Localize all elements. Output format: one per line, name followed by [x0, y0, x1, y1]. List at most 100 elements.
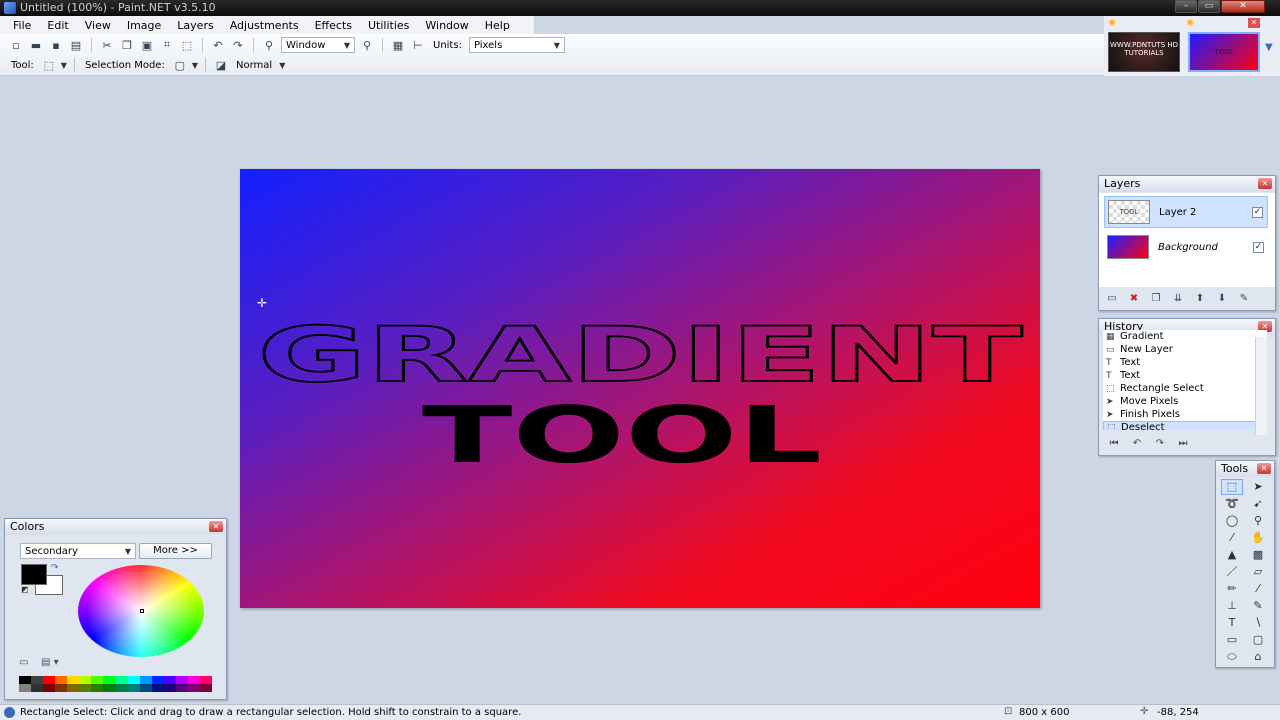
history-item[interactable]: ➤ Move Pixels: [1103, 395, 1267, 408]
chevron-down-icon[interactable]: ▼: [192, 61, 198, 70]
palette-swatch[interactable]: [199, 676, 212, 684]
reset-colors-icon[interactable]: ◩: [21, 585, 29, 594]
palette-swatch[interactable]: [127, 676, 140, 684]
menu-adjustments[interactable]: Adjustments: [222, 19, 307, 32]
add-to-palette-icon[interactable]: ▭: [19, 657, 28, 668]
eraser-tool-icon[interactable]: ▱: [1247, 564, 1269, 580]
undo-icon[interactable]: ↶: [1130, 438, 1144, 450]
palette-swatch[interactable]: [91, 676, 104, 684]
palette-swatch[interactable]: [31, 684, 44, 692]
paste-icon[interactable]: ▣: [139, 37, 155, 53]
thumbnail-scroll-icon[interactable]: ▼: [1265, 42, 1273, 53]
palette-swatch[interactable]: [115, 684, 128, 692]
image-thumbnail-tutorials[interactable]: WWW.PDNTUTS HD TUTORIALS: [1108, 32, 1180, 72]
menu-file[interactable]: File: [5, 19, 39, 32]
recolor-tool-icon[interactable]: ✎: [1247, 598, 1269, 614]
add-layer-icon[interactable]: ▭: [1105, 293, 1119, 305]
menu-utilities[interactable]: Utilities: [360, 19, 417, 32]
palette-swatch[interactable]: [67, 676, 80, 684]
paintbrush-tool-icon[interactable]: ／: [1221, 564, 1243, 580]
palette-swatch[interactable]: [163, 684, 176, 692]
swap-colors-icon[interactable]: ↷: [51, 563, 59, 573]
paint-bucket-tool-icon[interactable]: ▲: [1221, 547, 1243, 563]
blend-mode-value[interactable]: Normal: [233, 60, 275, 71]
redo-icon[interactable]: ↷: [1153, 438, 1167, 450]
move-layer-down-icon[interactable]: ⬇: [1215, 293, 1229, 305]
blend-mode-icon[interactable]: ◪: [213, 57, 229, 73]
menu-help[interactable]: Help: [477, 19, 518, 32]
menu-image[interactable]: Image: [119, 19, 169, 32]
undo-icon[interactable]: ↶: [210, 37, 226, 53]
layer-visibility-checkbox[interactable]: ✓: [1253, 241, 1264, 253]
zoom-combo[interactable]: Window ▼: [281, 37, 355, 53]
duplicate-layer-icon[interactable]: ❐: [1149, 293, 1163, 305]
history-scrollbar[interactable]: [1255, 337, 1267, 435]
palette-swatch[interactable]: [103, 676, 116, 684]
palette-swatch[interactable]: [19, 676, 32, 684]
layer-item-layer2[interactable]: TOOL Layer 2 ✓: [1104, 196, 1268, 228]
palette-swatch[interactable]: [127, 684, 140, 692]
palette-swatch[interactable]: [115, 676, 128, 684]
palette-swatch[interactable]: [151, 676, 164, 684]
rewind-icon[interactable]: ⏮: [1107, 438, 1121, 450]
rectangle-select-tool-icon[interactable]: ⬚: [1221, 479, 1243, 495]
deselect-icon[interactable]: ⬚: [179, 37, 195, 53]
history-item[interactable]: ▦ Gradient: [1103, 330, 1267, 343]
palette-swatch[interactable]: [43, 684, 56, 692]
palette-swatch[interactable]: [151, 684, 164, 692]
palette-swatch[interactable]: [55, 684, 68, 692]
maximize-button[interactable]: ▭: [1198, 0, 1220, 13]
history-item[interactable]: T Text: [1103, 369, 1267, 382]
move-selected-tool-icon[interactable]: ➹: [1247, 496, 1269, 512]
delete-layer-icon[interactable]: ✖: [1127, 293, 1141, 305]
primary-color-swatch[interactable]: [21, 564, 47, 585]
palette-swatch[interactable]: [139, 684, 152, 692]
zoom-out-icon[interactable]: ⚲: [261, 37, 277, 53]
palette-swatch[interactable]: [79, 676, 92, 684]
chevron-down-icon[interactable]: ▼: [61, 61, 67, 70]
minimize-button[interactable]: –: [1175, 0, 1197, 13]
chevron-down-icon[interactable]: ▼: [279, 61, 285, 70]
close-icon[interactable]: ✕: [209, 521, 223, 532]
text-tool-icon[interactable]: T: [1221, 615, 1243, 631]
zoom-tool-icon[interactable]: ⚲: [1247, 513, 1269, 529]
clone-stamp-tool-icon[interactable]: ⊥: [1221, 598, 1243, 614]
image-thumbnail-current[interactable]: TOOL: [1188, 32, 1260, 72]
palette-swatch[interactable]: [199, 684, 212, 692]
rectangle-tool-icon[interactable]: ▭: [1221, 632, 1243, 648]
layer-item-background[interactable]: Background ✓: [1104, 231, 1268, 263]
palette-swatch[interactable]: [103, 684, 116, 692]
lasso-tool-icon[interactable]: ➰: [1221, 496, 1243, 512]
palette-swatch[interactable]: [55, 676, 68, 684]
layer-properties-icon[interactable]: ✎: [1237, 293, 1251, 305]
palette-swatch[interactable]: [175, 676, 188, 684]
close-image-icon[interactable]: ✕: [1248, 18, 1260, 28]
units-combo[interactable]: Pixels ▼: [468, 37, 565, 53]
palette-swatch[interactable]: [67, 684, 80, 692]
palette-menu-icon[interactable]: ▤ ▾: [41, 657, 59, 668]
crop-icon[interactable]: ⌗: [159, 37, 175, 53]
menu-window[interactable]: Window: [417, 19, 476, 32]
merge-layer-icon[interactable]: ⇊: [1171, 293, 1185, 305]
selection-mode-icon[interactable]: ▢: [172, 57, 188, 73]
layer-visibility-checkbox[interactable]: ✓: [1252, 206, 1263, 218]
color-wheel-marker[interactable]: [140, 609, 144, 613]
history-item[interactable]: T Text: [1103, 356, 1267, 369]
palette-swatch[interactable]: [19, 684, 32, 692]
print-icon[interactable]: ▤: [68, 37, 84, 53]
color-picker-tool-icon[interactable]: ⁄: [1247, 581, 1269, 597]
ruler-icon[interactable]: ⊢: [410, 37, 426, 53]
palette-swatch[interactable]: [43, 676, 56, 684]
palette-swatch[interactable]: [163, 676, 176, 684]
close-window-button[interactable]: ✕: [1221, 0, 1265, 13]
line-curve-tool-icon[interactable]: ∖: [1247, 615, 1269, 631]
redo-icon[interactable]: ↷: [230, 37, 246, 53]
history-item[interactable]: ▭ New Layer: [1103, 343, 1267, 356]
move-selection-tool-icon[interactable]: ➤: [1247, 479, 1269, 495]
copy-icon[interactable]: ❐: [119, 37, 135, 53]
color-mode-dropdown[interactable]: Secondary ▼: [20, 543, 136, 559]
rectangle-select-icon[interactable]: ⬚: [41, 57, 57, 73]
palette-swatch[interactable]: [91, 684, 104, 692]
gradient-tool-icon[interactable]: ▩: [1247, 547, 1269, 563]
new-image-icon[interactable]: ▫: [8, 37, 24, 53]
